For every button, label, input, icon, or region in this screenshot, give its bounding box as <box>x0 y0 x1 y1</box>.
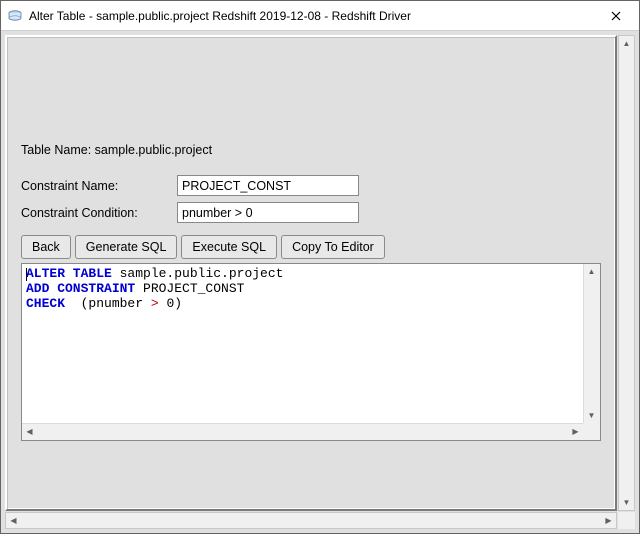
constraint-name-label: Constraint Name: <box>21 179 177 193</box>
scroll-track[interactable] <box>619 51 634 495</box>
back-button[interactable]: Back <box>21 235 71 259</box>
sql-body: ALTER TABLE sample.public.project ADD CO… <box>22 264 600 423</box>
sql-text[interactable]: ALTER TABLE sample.public.project ADD CO… <box>22 264 583 423</box>
scroll-track[interactable] <box>584 279 600 408</box>
app-icon <box>7 8 23 24</box>
window-title: Alter Table - sample.public.project Reds… <box>29 9 593 23</box>
sql-hscroll-wrap: ◀ ▶ <box>22 423 600 440</box>
scroll-down-icon[interactable]: ▼ <box>619 495 634 510</box>
spacer <box>21 51 601 143</box>
scroll-track[interactable] <box>37 424 568 440</box>
client-area: Table Name: sample.public.project Constr… <box>1 31 639 533</box>
scroll-left-icon[interactable]: ◀ <box>22 424 37 439</box>
sql-check-open: (pnumber <box>65 296 151 311</box>
sql-obj: sample.public.project <box>112 266 284 281</box>
scroll-up-icon[interactable]: ▲ <box>619 36 634 51</box>
outer-scroll-container: Table Name: sample.public.project Constr… <box>1 31 639 533</box>
constraint-condition-label: Constraint Condition: <box>21 206 177 220</box>
sql-kw-add-constraint: ADD CONSTRAINT <box>26 281 135 296</box>
scroll-up-icon[interactable]: ▲ <box>584 264 599 279</box>
copy-to-editor-button[interactable]: Copy To Editor <box>281 235 385 259</box>
scroll-right-icon[interactable]: ▶ <box>601 513 616 528</box>
generate-sql-button[interactable]: Generate SQL <box>75 235 178 259</box>
constraint-condition-row: Constraint Condition: <box>21 202 601 223</box>
dialog-window: Alter Table - sample.public.project Reds… <box>0 0 640 534</box>
sql-vertical-scrollbar[interactable]: ▲ ▼ <box>583 264 600 423</box>
scroll-down-icon[interactable]: ▼ <box>584 408 599 423</box>
outer-scroll-corner <box>618 512 635 529</box>
sql-scroll-corner <box>583 423 600 440</box>
button-row: Back Generate SQL Execute SQL Copy To Ed… <box>21 235 601 259</box>
main-panel: Table Name: sample.public.project Constr… <box>5 35 617 511</box>
sql-constraint-name: PROJECT_CONST <box>135 281 244 296</box>
constraint-condition-input[interactable] <box>177 202 359 223</box>
scroll-track[interactable] <box>21 513 601 528</box>
sql-editor[interactable]: ALTER TABLE sample.public.project ADD CO… <box>21 263 601 441</box>
table-name-label: Table Name: sample.public.project <box>21 143 601 157</box>
scroll-left-icon[interactable]: ◀ <box>6 513 21 528</box>
constraint-name-input[interactable] <box>177 175 359 196</box>
close-button[interactable] <box>593 1 639 31</box>
constraint-name-row: Constraint Name: <box>21 175 601 196</box>
sql-op-gt: > <box>151 296 159 311</box>
titlebar[interactable]: Alter Table - sample.public.project Reds… <box>1 1 639 31</box>
execute-sql-button[interactable]: Execute SQL <box>181 235 277 259</box>
scroll-right-icon[interactable]: ▶ <box>568 424 583 439</box>
outer-vertical-scrollbar[interactable]: ▲ ▼ <box>618 35 635 511</box>
sql-kw-check: CHECK <box>26 296 65 311</box>
sql-check-close: 0) <box>159 296 182 311</box>
outer-horizontal-scrollbar[interactable]: ◀ ▶ <box>5 512 617 529</box>
sql-kw-alter-table: ALTER TABLE <box>26 266 112 281</box>
sql-horizontal-scrollbar[interactable]: ◀ ▶ <box>22 423 583 440</box>
